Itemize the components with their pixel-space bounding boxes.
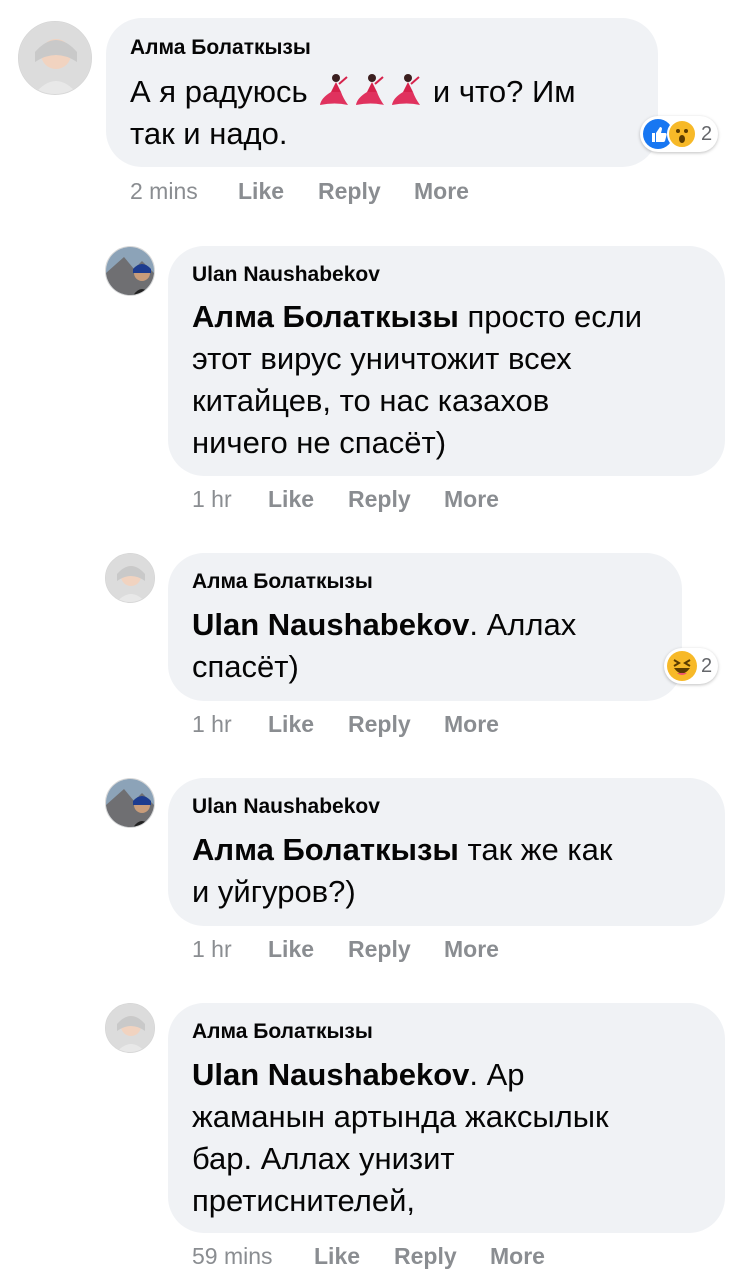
comment-actions: 1 hr Like Reply More [192, 486, 592, 516]
comment-text-line: так и надо. [130, 116, 288, 151]
reply-button[interactable]: Reply [348, 486, 411, 513]
comment-author[interactable]: Ulan Naushabekov [192, 795, 380, 819]
comment-3: Алма Болаткызы Ulan Naushabekov. Аллах с… [0, 548, 750, 758]
comment-text: Ulan Naushabekov. Аллах [192, 604, 576, 646]
dancer-emoji [320, 74, 349, 105]
reaction-count: 2 [701, 122, 713, 145]
comment-text-line: претиснителей, [192, 1183, 416, 1218]
comment-bubble: Ulan Naushabekov Алма Болаткызы просто е… [168, 246, 725, 476]
reply-button[interactable]: Reply [318, 178, 381, 205]
avatar[interactable] [105, 778, 155, 828]
timestamp: 1 hr [192, 486, 232, 512]
like-button[interactable]: Like [238, 178, 284, 205]
avatar[interactable] [105, 553, 155, 603]
avatar[interactable] [105, 1003, 155, 1053]
more-button[interactable]: More [444, 711, 499, 738]
comment-2: Ulan Naushabekov Алма Болаткызы просто е… [0, 240, 750, 530]
mention-link[interactable]: Алма Болаткызы [192, 832, 459, 867]
reply-button[interactable]: Reply [394, 1243, 457, 1270]
avatar[interactable] [105, 246, 155, 296]
mention-link[interactable]: Алма Болаткызы [192, 299, 459, 334]
comment-actions: 1 hr Like Reply More [192, 711, 592, 741]
comment-author[interactable]: Ulan Naushabekov [192, 263, 380, 287]
wow-icon [667, 119, 697, 149]
more-button[interactable]: More [444, 936, 499, 963]
reaction-count: 2 [701, 654, 713, 677]
comment-1: Алма Болаткызы А я радуюсь и что? Им так… [0, 0, 750, 215]
comment-actions: 1 hr Like Reply More [192, 936, 592, 966]
comment-text: А я радуюсь и что? Им [130, 71, 576, 113]
comment-actions: 2 mins Like Reply More [130, 178, 530, 208]
dancer-emoji [356, 74, 385, 105]
reaction-summary[interactable]: 2 [664, 648, 719, 684]
comment-bubble: Алма Болаткызы А я радуюсь и что? Им так… [106, 18, 658, 167]
comment-text-line: и что? Им [432, 74, 576, 109]
avatar[interactable] [18, 21, 92, 95]
comment-text-line: так же как [458, 832, 613, 867]
timestamp: 1 hr [192, 936, 232, 962]
like-button[interactable]: Like [314, 1243, 360, 1270]
comment-actions: 59 mins Like Reply More [192, 1243, 612, 1273]
more-button[interactable]: More [444, 486, 499, 513]
reaction-summary[interactable]: 2 [640, 116, 719, 152]
comment-text-line: жаманын артында жаксылык [192, 1099, 609, 1134]
comment-bubble: Алма Болаткызы Ulan Naushabekov. Аллах с… [168, 553, 682, 701]
more-button[interactable]: More [414, 178, 469, 205]
comment-author[interactable]: Алма Болаткызы [192, 1020, 373, 1044]
more-button[interactable]: More [490, 1243, 545, 1270]
comment-text: Алма Болаткызы так же как [192, 829, 612, 871]
comment-text-line: А я радуюсь [130, 74, 308, 109]
mention-link[interactable]: Ulan Naushabekov [192, 1057, 469, 1092]
timestamp: 2 mins [130, 178, 198, 204]
mention-link[interactable]: Ulan Naushabekov [192, 607, 469, 642]
comment-text-line: ничего не спасёт) [192, 425, 447, 460]
timestamp: 1 hr [192, 711, 232, 737]
comment-text-line: . Аллах [469, 607, 577, 642]
comment-text: Алма Болаткызы просто если [192, 296, 642, 338]
comment-author[interactable]: Алма Болаткызы [130, 36, 311, 60]
comment-bubble: Алма Болаткызы Ulan Naushabekov. Ар жама… [168, 1003, 725, 1233]
comment-text-line: спасёт) [192, 649, 299, 684]
comment-5: Алма Болаткызы Ulan Naushabekov. Ар жама… [0, 998, 750, 1280]
haha-icon [667, 651, 697, 681]
comment-bubble: Ulan Naushabekov Алма Болаткызы так же к… [168, 778, 725, 926]
timestamp: 59 mins [192, 1243, 273, 1269]
reply-button[interactable]: Reply [348, 936, 411, 963]
comment-text-line: китайцев, то нас казахов [192, 383, 550, 418]
comment-text: Ulan Naushabekov. Ар [192, 1054, 525, 1096]
comment-text-line: . Ар [469, 1057, 525, 1092]
comment-4: Ulan Naushabekov Алма Болаткызы так же к… [0, 772, 750, 982]
like-button[interactable]: Like [268, 711, 314, 738]
comment-author[interactable]: Алма Болаткызы [192, 570, 373, 594]
like-button[interactable]: Like [268, 936, 314, 963]
dancer-emoji [392, 74, 421, 105]
comment-text-line: бар. Аллах унизит [192, 1141, 455, 1176]
like-button[interactable]: Like [268, 486, 314, 513]
reply-button[interactable]: Reply [348, 711, 411, 738]
comment-text-line: просто если [458, 299, 643, 334]
comment-text-line: и уйгуров?) [192, 874, 356, 909]
comment-text-line: этот вирус уничтожит всех [192, 341, 572, 376]
